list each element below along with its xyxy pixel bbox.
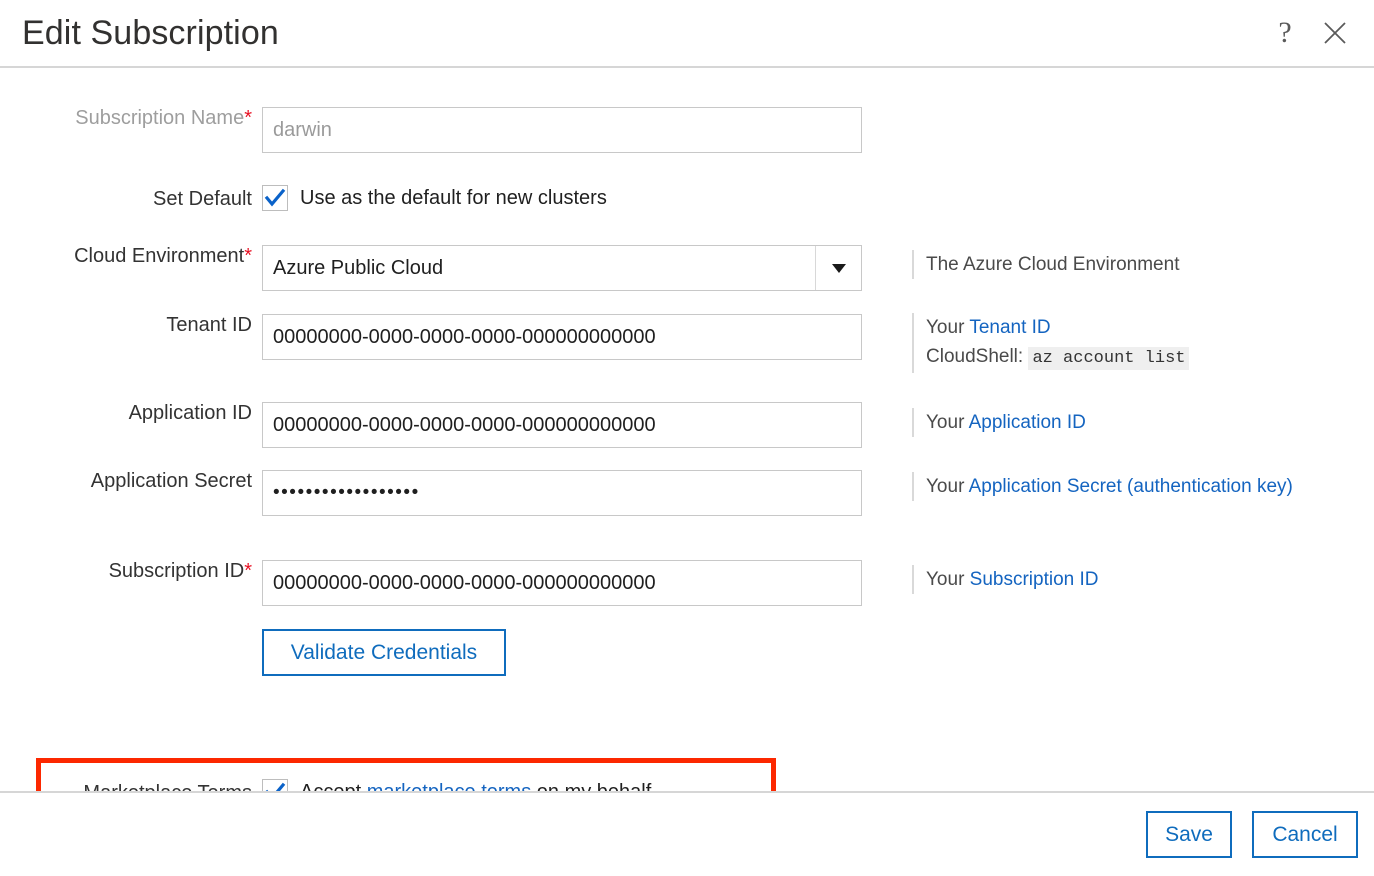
subscription-id-label: Subscription ID*	[108, 560, 252, 582]
page-title: Edit Subscription	[22, 14, 279, 52]
tenant-id-help-line1: Your Tenant ID	[926, 313, 1332, 342]
tenant-id-help-prefix: Your	[926, 317, 970, 338]
checkmark-icon	[265, 782, 286, 791]
subscription-id-help: Your Subscription ID	[912, 565, 1332, 595]
tenant-id-help-link[interactable]: Tenant ID	[969, 317, 1050, 338]
row-validate-credentials: Validate Credentials	[0, 629, 1374, 676]
application-id-help-prefix: Your	[926, 412, 969, 433]
application-secret-help-link[interactable]: Application Secret (authentication key)	[969, 476, 1293, 497]
dialog-footer: Save Cancel	[0, 791, 1374, 876]
application-id-help: Your Application ID	[912, 408, 1332, 438]
cloud-environment-dropdown[interactable]: Azure Public Cloud	[262, 245, 862, 291]
application-secret-label: Application Secret	[90, 470, 252, 492]
dialog-body: Subscription Name* Set Default Use as th…	[0, 68, 1374, 791]
set-default-label: Set Default	[153, 187, 252, 210]
marketplace-terms-checkbox[interactable]	[262, 779, 288, 791]
dialog-titlebar: Edit Subscription ?	[0, 0, 1374, 68]
cloudshell-command: az account list	[1028, 347, 1190, 371]
close-icon	[1324, 22, 1346, 44]
row-marketplace-terms: Marketplace Terms Accept marketplace ter…	[0, 779, 1374, 791]
cancel-button[interactable]: Cancel	[1252, 811, 1358, 858]
application-secret-input[interactable]	[262, 470, 862, 516]
marketplace-terms-text-before: Accept	[300, 781, 367, 792]
cloud-environment-label: Cloud Environment*	[74, 245, 252, 267]
close-button[interactable]	[1320, 16, 1350, 50]
cloudshell-label: CloudShell:	[926, 346, 1029, 368]
marketplace-terms-text: Accept marketplace terms on my behalf	[300, 781, 651, 792]
cloud-environment-selected-value: Azure Public Cloud	[273, 256, 444, 279]
subscription-id-help-prefix: Your	[926, 569, 970, 590]
titlebar-actions: ?	[1270, 16, 1350, 50]
question-mark-icon: ?	[1278, 16, 1292, 49]
chevron-down-icon	[831, 263, 846, 273]
marketplace-terms-text-after: on my behalf	[531, 781, 652, 792]
subscription-name-label: Subscription Name*	[75, 107, 252, 129]
subscription-name-input[interactable]	[262, 107, 862, 153]
set-default-checkbox-row[interactable]: Use as the default for new clusters	[262, 185, 862, 211]
application-secret-help-prefix: Your	[926, 476, 969, 497]
application-id-input[interactable]	[262, 402, 862, 448]
marketplace-terms-label: Marketplace Terms	[0, 780, 262, 792]
application-secret-help: Your Application Secret (authentication …	[912, 472, 1332, 502]
row-subscription-name: Subscription Name*	[0, 107, 1374, 153]
validate-credentials-button[interactable]: Validate Credentials	[262, 629, 506, 676]
subscription-id-help-link[interactable]: Subscription ID	[970, 569, 1099, 590]
application-id-help-link[interactable]: Application ID	[969, 412, 1086, 433]
cloud-environment-help: The Azure Cloud Environment	[912, 250, 1332, 280]
subscription-id-input[interactable]	[262, 560, 862, 606]
required-asterisk: *	[244, 245, 252, 267]
row-set-default: Set Default Use as the default for new c…	[0, 185, 1374, 211]
marketplace-terms-checkbox-row[interactable]: Accept marketplace terms on my behalf	[262, 779, 862, 791]
tenant-id-help-line2: CloudShell: az account list	[926, 342, 1332, 372]
save-button[interactable]: Save	[1146, 811, 1232, 858]
checkmark-icon	[264, 188, 286, 207]
set-default-checkbox[interactable]	[262, 185, 288, 211]
cloud-environment-help-text: The Azure Cloud Environment	[926, 254, 1180, 275]
edit-subscription-dialog: Edit Subscription ? Subscription Name* S…	[0, 0, 1374, 876]
tenant-id-label: Tenant ID	[166, 314, 252, 336]
required-asterisk: *	[244, 107, 252, 129]
dropdown-arrow-box[interactable]	[815, 246, 861, 290]
help-button[interactable]: ?	[1270, 16, 1300, 50]
tenant-id-help: Your Tenant ID CloudShell: az account li…	[912, 313, 1332, 373]
set-default-checkbox-label: Use as the default for new clusters	[300, 186, 607, 209]
application-id-label: Application ID	[128, 402, 252, 424]
marketplace-terms-link[interactable]: marketplace terms	[367, 781, 532, 792]
required-asterisk: *	[244, 560, 252, 582]
tenant-id-input[interactable]	[262, 314, 862, 360]
